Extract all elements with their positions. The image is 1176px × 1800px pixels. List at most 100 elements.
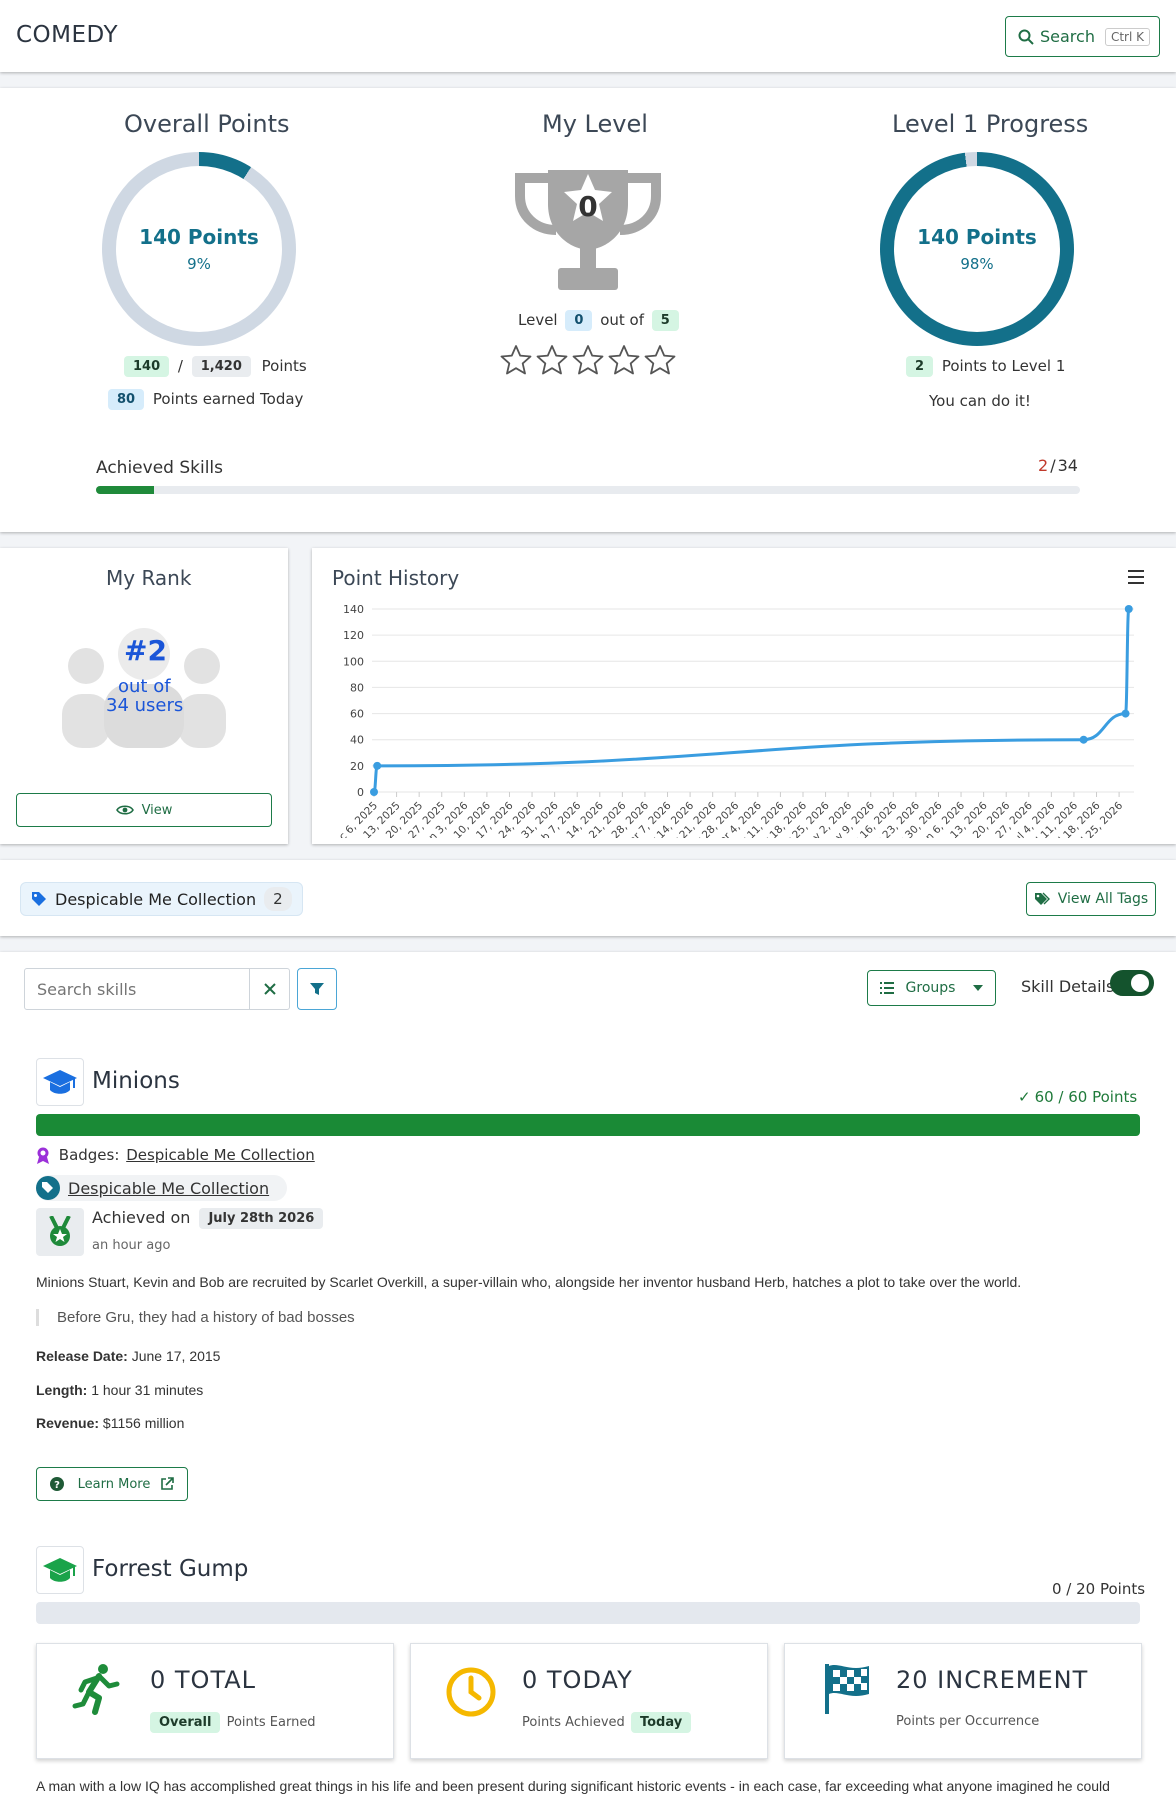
- today-title: 0 TODAY: [522, 1666, 633, 1694]
- today-badge: Today: [630, 1712, 692, 1733]
- achieved-count: 2: [1038, 456, 1049, 475]
- level-out-of: out of: [600, 311, 645, 329]
- view-all-tags-button[interactable]: View All Tags: [1026, 882, 1156, 916]
- external-link-icon: [161, 1477, 175, 1490]
- y-tick-label: 0: [357, 786, 364, 799]
- achieved-ago: an hour ago: [92, 1238, 171, 1253]
- point-history-title: Point History: [332, 566, 460, 590]
- data-point: [373, 761, 382, 770]
- revenue-row: Revenue: $1156 million: [36, 1415, 184, 1431]
- length-label: Length:: [36, 1382, 88, 1398]
- rank-value: #2: [124, 634, 167, 667]
- skill-tag-link[interactable]: Despicable Me Collection: [68, 1179, 269, 1198]
- filter-button[interactable]: [297, 968, 337, 1010]
- today-sub-row: Points Achieved Today: [522, 1712, 692, 1733]
- skill-details-label: Skill Details:: [1021, 977, 1120, 996]
- level-value-badge: 0: [565, 310, 593, 331]
- view-rank-button[interactable]: View: [16, 793, 272, 827]
- earned-points-badge: 140: [124, 356, 170, 377]
- hamburger-icon[interactable]: [1128, 570, 1144, 584]
- star-icon: [608, 345, 640, 375]
- filter-icon: [310, 983, 324, 995]
- tags-card: Despicable Me Collection 2 View All Tags: [0, 860, 1176, 936]
- star-icon: [536, 345, 568, 375]
- skill-name-minions[interactable]: Minions: [92, 1068, 180, 1094]
- y-tick-label: 100: [343, 655, 364, 668]
- search-skills-input[interactable]: [25, 969, 249, 1009]
- check-icon: ✓: [1018, 1088, 1031, 1106]
- badges-label: Badges:: [58, 1146, 120, 1164]
- overall-badge: Overall: [150, 1712, 221, 1733]
- checkered-flag-icon: [825, 1664, 869, 1714]
- skills-separator: /: [1050, 456, 1056, 475]
- trophy-icon: 0: [515, 170, 661, 290]
- search-skills-group: [24, 968, 290, 1010]
- clear-search-button[interactable]: [249, 969, 289, 1009]
- list-icon: [879, 982, 894, 994]
- skills-total: 34: [1057, 456, 1078, 475]
- overall-points-value: 140 Points: [139, 225, 259, 249]
- achieved-row: Achieved on July 28th 2026: [92, 1208, 324, 1229]
- skill-progress-minions: [36, 1114, 1140, 1136]
- page-header: COMEDY Search Ctrl K: [0, 0, 1176, 72]
- svg-text:?: ?: [54, 1480, 60, 1491]
- skill-points-forrest-gump: 0 / 20 Points: [1052, 1580, 1146, 1598]
- skill-description-forrest-gump: A man with a low IQ has accomplished gre…: [36, 1778, 1110, 1794]
- achieved-date-badge: July 28th 2026: [199, 1208, 324, 1229]
- tag-chip[interactable]: Despicable Me Collection 2: [20, 882, 303, 916]
- award-icon: [37, 1147, 49, 1164]
- release-label: Release Date:: [36, 1348, 128, 1364]
- data-point: [1079, 735, 1088, 744]
- level-stars: [498, 344, 678, 380]
- achieved-skills-count: 2/34: [1038, 456, 1078, 475]
- star-icon: [572, 345, 604, 375]
- y-tick-label: 80: [350, 681, 364, 694]
- page-title: COMEDY: [16, 22, 119, 48]
- points-achieved-label: Points Achieved: [522, 1715, 625, 1730]
- eye-icon: [115, 805, 134, 815]
- close-icon: [263, 983, 276, 995]
- points-to-level-label: Points to Level 1: [941, 357, 1066, 375]
- overview-card: Overall Points 140 Points 9% 140 / 1,420…: [0, 88, 1176, 532]
- star-icon: [500, 345, 532, 375]
- running-person-icon: [72, 1664, 120, 1715]
- points-word: Points: [261, 357, 307, 375]
- skill-name-forrest-gump[interactable]: Forrest Gump: [92, 1556, 248, 1582]
- increment-sub: Points per Occurrence: [896, 1714, 1040, 1729]
- overall-points-title: Overall Points: [124, 110, 290, 138]
- groups-dropdown[interactable]: Groups: [867, 970, 996, 1006]
- caret-down-icon: [973, 985, 984, 991]
- total-points-badge: 1,420: [191, 356, 251, 377]
- my-level-title: My Level: [542, 110, 648, 138]
- skills-card: Groups Skill Details: Minions ✓60 / 60 P…: [0, 952, 1176, 1800]
- release-date-row: Release Date: June 17, 2015: [36, 1348, 220, 1364]
- y-tick-label: 60: [350, 708, 364, 721]
- data-point: [1124, 605, 1133, 613]
- total-sub-row: Overall Points Earned: [150, 1712, 316, 1733]
- graduation-cap-icon: [43, 1558, 77, 1582]
- graduation-cap-icon: [43, 1070, 77, 1094]
- skill-details-toggle[interactable]: [1110, 970, 1154, 996]
- trophy-level-text: 0: [578, 190, 597, 223]
- achievement-medal: [36, 1208, 84, 1256]
- points-earned-label: Points Earned: [226, 1715, 316, 1730]
- level-progress-value: 140 Points: [917, 225, 1037, 249]
- points-today-row: 80 Points earned Today: [108, 389, 303, 410]
- clock-icon: [446, 1667, 496, 1717]
- tag-chip-label: Despicable Me Collection: [55, 889, 257, 909]
- revenue-label: Revenue:: [36, 1415, 100, 1431]
- achieved-label: Achieved on: [92, 1208, 191, 1227]
- skill-points-text: 60 / 60 Points: [1034, 1088, 1138, 1106]
- learn-more-button[interactable]: ? Learn More: [36, 1467, 188, 1501]
- total-title: 0 TOTAL: [150, 1666, 257, 1694]
- y-tick-label: 40: [350, 734, 364, 747]
- overall-points-summary: 140 / 1,420 Points: [124, 356, 307, 377]
- skill-tag-chip[interactable]: Despicable Me Collection: [36, 1175, 288, 1201]
- total-points-card: 0 TOTAL Overall Points Earned: [36, 1643, 394, 1759]
- badge-link[interactable]: Despicable Me Collection: [126, 1146, 315, 1164]
- tag-icon: [32, 892, 46, 906]
- search-button[interactable]: Search Ctrl K: [1005, 16, 1160, 57]
- series-line: [372, 607, 1131, 794]
- search-label: Search: [1040, 27, 1095, 46]
- skill-description-minions: Minions Stuart, Kevin and Bob are recrui…: [36, 1274, 1022, 1290]
